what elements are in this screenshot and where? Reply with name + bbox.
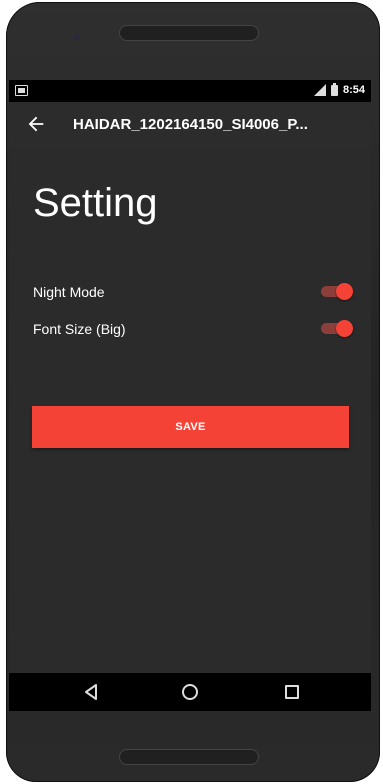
phone-device: 8:54 HAIDAR_1202164150_SI4006_P... Setti… xyxy=(0,0,383,784)
bottom-speaker xyxy=(120,750,258,764)
app-title: HAIDAR_1202164150_SI4006_P... xyxy=(73,116,308,133)
night-mode-label: Night Mode xyxy=(33,284,105,300)
font-size-label: Font Size (Big) xyxy=(33,321,126,337)
nav-home-icon[interactable] xyxy=(182,684,198,700)
nav-recent-icon[interactable] xyxy=(285,685,299,699)
status-indicators: 8:54 xyxy=(313,82,365,96)
front-camera xyxy=(74,34,80,40)
font-size-switch[interactable] xyxy=(319,320,353,337)
night-mode-switch[interactable] xyxy=(319,283,353,300)
save-button[interactable]: SAVE xyxy=(32,406,349,448)
app-bar: HAIDAR_1202164150_SI4006_P... xyxy=(9,102,371,148)
phone-screen: 8:54 HAIDAR_1202164150_SI4006_P... Setti… xyxy=(9,80,371,711)
status-time: 8:54 xyxy=(342,84,365,96)
night-mode-row[interactable]: Night Mode xyxy=(33,277,353,305)
notification-icon xyxy=(15,85,28,96)
switch-thumb xyxy=(336,283,353,300)
nav-back-icon[interactable] xyxy=(83,683,99,701)
cell-signal-icon xyxy=(313,84,326,96)
page-title: Setting xyxy=(33,181,158,225)
battery-icon xyxy=(330,82,338,96)
navigation-bar xyxy=(9,673,371,711)
switch-thumb xyxy=(336,320,353,337)
status-bar: 8:54 xyxy=(9,80,371,102)
arrow-left-icon[interactable] xyxy=(25,113,47,135)
settings-content: Setting Night Mode Font Size (Big) SAVE xyxy=(9,148,371,673)
top-speaker xyxy=(120,26,258,40)
font-size-row[interactable]: Font Size (Big) xyxy=(33,314,353,342)
